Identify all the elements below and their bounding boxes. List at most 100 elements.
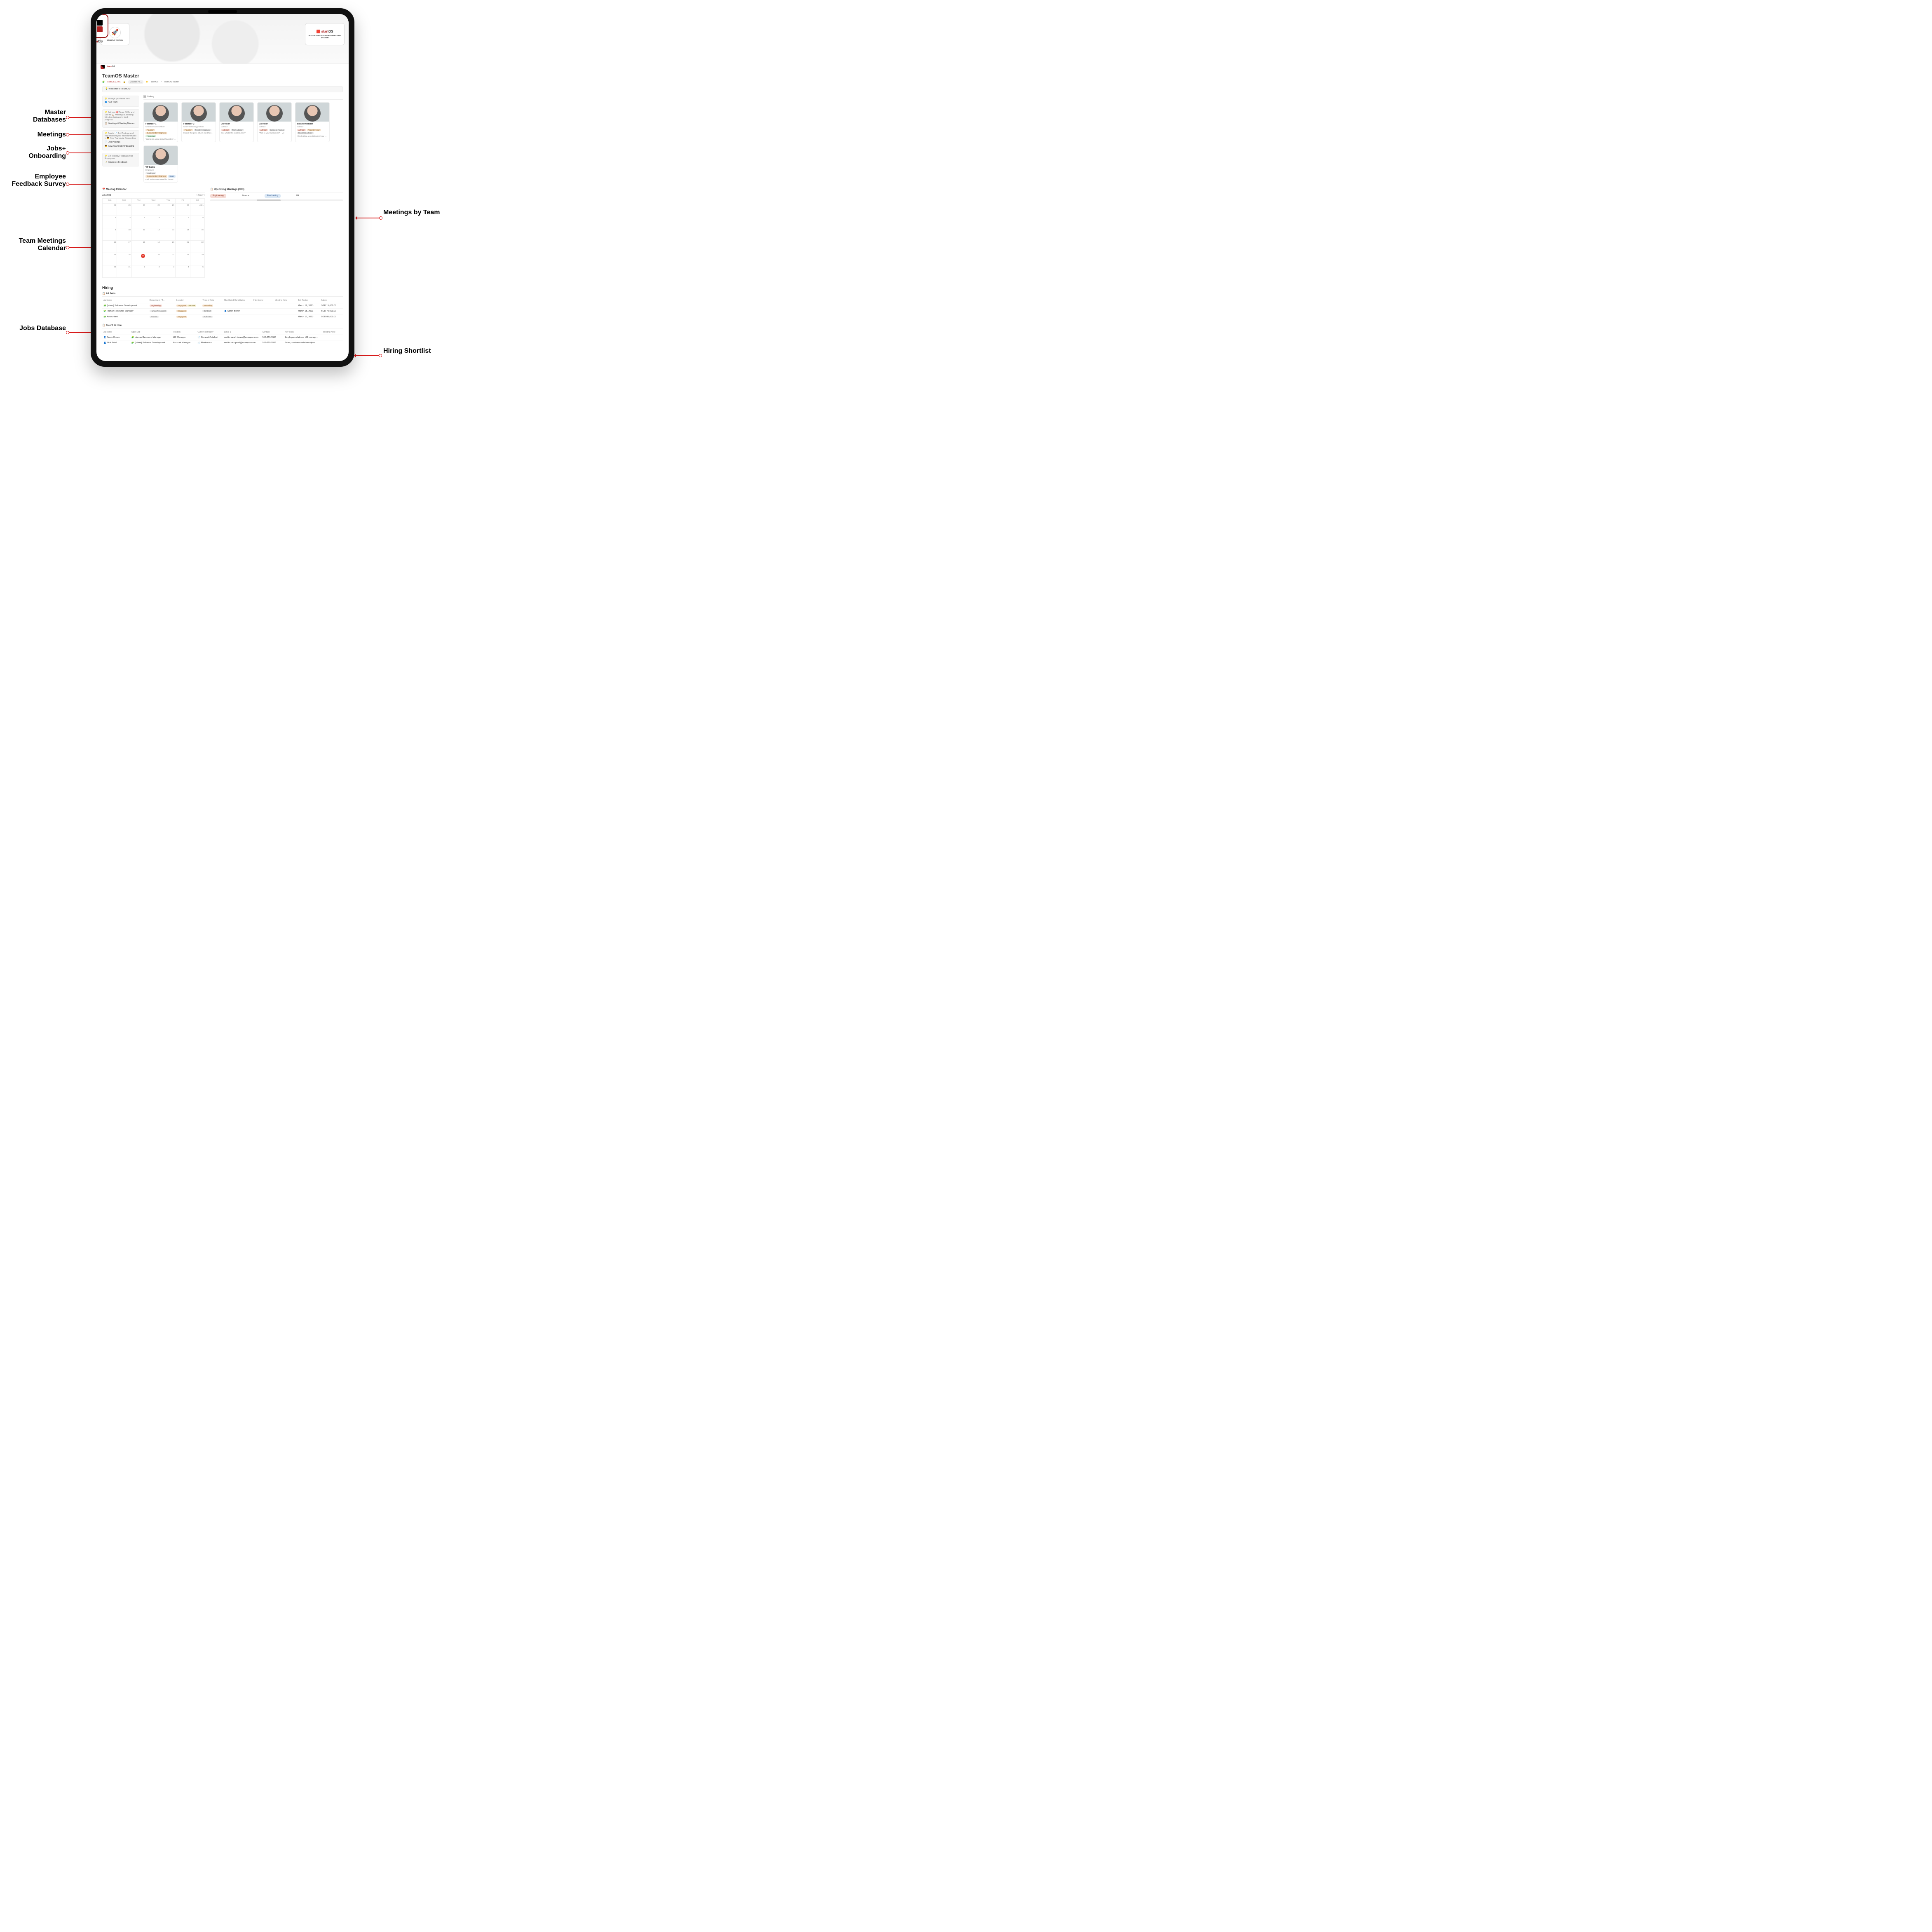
jobs-col-header[interactable]: Salary [320, 299, 343, 302]
card-tag: Founder [145, 129, 155, 131]
jobs-col-header[interactable]: Meeting Note [274, 299, 297, 302]
team-card[interactable]: Board MemberAdvisorAdvisorAngel Investor… [295, 102, 330, 142]
team-chip[interactable]: Fundraising [265, 194, 280, 197]
talent-col-header[interactable]: Meeting Note [322, 331, 343, 333]
badge-teamos: teamOS [96, 14, 114, 47]
cal-cell[interactable]: 22 [190, 241, 205, 253]
cal-cell[interactable]: 2 [103, 216, 117, 228]
jobs-col-header[interactable]: Shortlisted Candidates [223, 299, 252, 302]
card-tag: Customer Development [145, 175, 167, 178]
talent-col-header[interactable]: Position [172, 331, 196, 333]
cal-cell[interactable]: 17 [117, 241, 131, 253]
cal-cell[interactable]: 29 [161, 204, 176, 216]
cal-cell[interactable]: 25 [132, 253, 146, 265]
card-name: Board Member [297, 123, 328, 126]
cal-cell[interactable]: 27 [161, 253, 176, 265]
jobs-row[interactable]: 🧩 AccountantFinanceSingaporeFull-TimeMar… [102, 314, 343, 320]
link-our-team[interactable]: 👥Our Team [105, 100, 137, 104]
cal-cell[interactable]: 4 [132, 216, 146, 228]
upcoming-meetings: 📋 Upcoming Meetings (30D) Engineering Fin… [210, 188, 343, 278]
talent-col-header[interactable]: Email 1 [223, 331, 261, 333]
cal-cell[interactable]: 26 [146, 253, 161, 265]
cal-cell[interactable]: 15 [190, 228, 205, 241]
talent-col-header[interactable]: Key Skills [284, 331, 322, 333]
talent-tab[interactable]: 📋 Talent to Hire [102, 324, 343, 329]
link-meetings-minutes[interactable]: 📋Meetings & Meeting Minutes [105, 122, 137, 126]
all-jobs-tab[interactable]: 📋 All Jobs [102, 293, 343, 297]
cal-cell[interactable]: 14 [176, 228, 190, 241]
jobs-row[interactable]: 🧩 Human Resource ManagerHuman ResourcesS… [102, 309, 343, 314]
link-employee-feedback[interactable]: 📝Employee Feedback [105, 160, 137, 164]
cal-cell[interactable]: 13 [161, 228, 176, 241]
cal-cell[interactable]: Jul 1 [190, 204, 205, 216]
cal-cell[interactable]: 19 [146, 241, 161, 253]
sidecard-feedback: 💡 Get Monthly Feedback from Employees 📝E… [102, 153, 139, 166]
cal-cell[interactable]: 30 [176, 204, 190, 216]
team-card[interactable]: AdvisorAdvisorAdvisorBusiness Advisor"Ta… [257, 102, 292, 142]
annotation-jobs-database: Jobs Database [8, 325, 66, 332]
team-card[interactable]: Founder 1Chief Executive OfficerFounderC… [143, 102, 178, 142]
cal-cell[interactable]: 26 [117, 204, 131, 216]
cal-day-header: Thu [161, 199, 176, 204]
jobs-row[interactable]: 🧩 (Intern) Software DevelopmentEngineeri… [102, 303, 343, 309]
calendar-nav[interactable]: < Today > [196, 194, 205, 197]
team-chip[interactable]: Engineering [210, 194, 226, 197]
talent-col-header[interactable]: Current company [196, 331, 223, 333]
upcoming-scrollbar[interactable] [210, 199, 343, 201]
card-role: Advisor [221, 126, 252, 128]
talent-col-header[interactable]: Open Job [130, 331, 172, 333]
cal-cell[interactable]: 3 [117, 216, 131, 228]
cal-cell[interactable]: 4 [176, 265, 190, 278]
jobs-col-header[interactable]: Location [175, 299, 201, 302]
cal-cell[interactable]: 25 [103, 204, 117, 216]
team-card[interactable]: Founder 2Chief Technology OfficerFounder… [181, 102, 216, 142]
cal-cell[interactable]: 1 [132, 265, 146, 278]
cal-cell[interactable]: 27 [132, 204, 146, 216]
talent-row[interactable]: 👤 Nick Patel🧩 (Intern) Software Developm… [102, 340, 343, 346]
arrow [355, 355, 380, 356]
link-onboarding[interactable]: 🧑New Teammate Onboarding [105, 144, 137, 148]
team-card[interactable]: AdvisorAdvisorAdvisorTech AdvisorSo, wha… [219, 102, 254, 142]
teamos-wordmark: teamOS [96, 40, 103, 44]
cal-cell[interactable]: 10 [117, 228, 131, 241]
cal-cell[interactable]: 30 [103, 265, 117, 278]
talent-row[interactable]: 👤 Sarah Brown🧩 Human Resource ManagerHR … [102, 335, 343, 341]
link-job-postings[interactable]: 📄Job Postings [105, 140, 137, 144]
talent-col-header[interactable]: Contact [261, 331, 284, 333]
app-screen: 🚀 STARTUP NOTION teamOS 🟥 startOS INTEGR… [96, 14, 349, 361]
breadcrumbs[interactable]: 🧩StartOS v.2.01 🔒(Access Pa... 📁StartOS … [102, 80, 343, 84]
cal-cell[interactable]: 23 [103, 253, 117, 265]
jobs-col-header[interactable]: Job Posted [297, 299, 320, 302]
cal-cell[interactable]: 18 [132, 241, 146, 253]
cal-cell[interactable]: 5 [146, 216, 161, 228]
cal-cell[interactable]: 29 [190, 253, 205, 265]
cal-cell[interactable]: 7 [176, 216, 190, 228]
jobs-col-header[interactable]: Aa Name [102, 299, 148, 302]
cal-cell[interactable]: 24 [117, 253, 131, 265]
cal-cell[interactable]: 3 [161, 265, 176, 278]
cal-cell[interactable]: 16 [103, 241, 117, 253]
cal-cell[interactable]: 20 [161, 241, 176, 253]
upcoming-title: 📋 Upcoming Meetings (30D) [210, 188, 343, 193]
cal-cell[interactable]: 8 [190, 216, 205, 228]
jobs-col-header[interactable]: Department / T... [148, 299, 175, 302]
jobs-col-header[interactable]: Type of Role [201, 299, 223, 302]
cal-cell[interactable]: 28 [176, 253, 190, 265]
card-role: Chief Executive Officer [145, 126, 176, 128]
jobs-col-header[interactable]: Interviewer [252, 299, 274, 302]
cal-cell[interactable]: 9 [103, 228, 117, 241]
team-chip[interactable]: Finance [239, 194, 252, 197]
startos-sub: INTEGRATED STARTUP OPERATING SYSTEM [305, 35, 344, 39]
cal-cell[interactable]: 12 [146, 228, 161, 241]
cal-cell[interactable]: 2 [146, 265, 161, 278]
cal-cell[interactable]: 31 [117, 265, 131, 278]
team-chip[interactable]: HR [294, 194, 302, 197]
gallery-tab[interactable]: 🖼 Gallery [143, 96, 343, 100]
cal-cell[interactable]: 5 [190, 265, 205, 278]
cal-cell[interactable]: 21 [176, 241, 190, 253]
cal-cell[interactable]: 11 [132, 228, 146, 241]
cal-cell[interactable]: 6 [161, 216, 176, 228]
team-card[interactable]: VP SalesEmployeeEmployeeCustomer Develop… [143, 145, 178, 183]
cal-cell[interactable]: 28 [146, 204, 161, 216]
talent-col-header[interactable]: Aa Name [102, 331, 130, 333]
